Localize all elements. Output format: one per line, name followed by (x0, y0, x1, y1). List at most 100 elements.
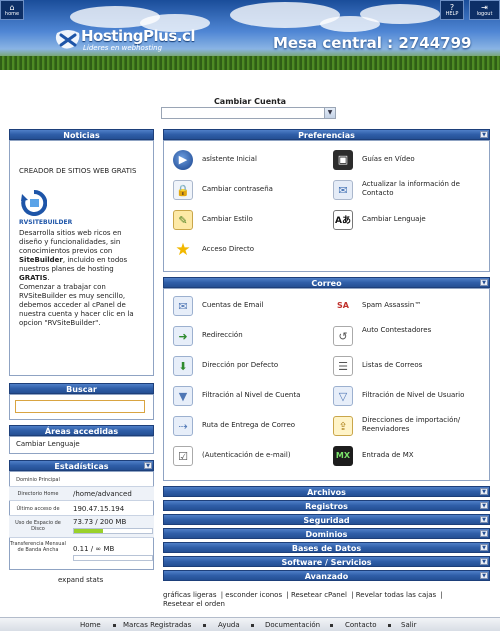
expand-icon[interactable]: ▼ (480, 544, 488, 551)
footer-nav: Home Marcas Registradas Ayuda Documentac… (0, 617, 500, 631)
expand-icon[interactable]: ▼ (480, 488, 488, 495)
section-files[interactable]: Archivos ▼ (163, 486, 490, 497)
mail-item-forwarders[interactable]: ➜ Redirección (173, 326, 323, 350)
reset-cpanel-link[interactable]: Resetear cPanel (291, 591, 347, 599)
footer-help-link[interactable]: Ayuda (218, 621, 240, 629)
mail-item-account-filter[interactable]: ▼ Filtración al Nivel de Cuenta (173, 386, 323, 410)
footer-docs-link[interactable]: Documentación (265, 621, 320, 629)
stat-value: /home/advanced (73, 490, 132, 498)
mail-item-email-accounts[interactable]: ✉ Cuentas de Email (173, 296, 323, 320)
expand-icon[interactable]: ▼ (480, 516, 488, 523)
reveal-boxes-link[interactable]: Revelar todas las cajas (356, 591, 436, 599)
import-icon: ⇪ (333, 416, 353, 436)
section-title: Archivos (307, 488, 346, 497)
spam-assassin-icon: SA (333, 296, 353, 316)
delivery-route-icon: ⇢ (173, 416, 193, 436)
home-label: home (4, 11, 20, 17)
mail-item-delivery-route[interactable]: ⇢ Ruta de Entrega de Correo (173, 416, 323, 440)
section-domains[interactable]: Dominios ▼ (163, 528, 490, 539)
mail-item-label: (Autenticación de e-mail) (202, 451, 291, 459)
mail-item-default-address[interactable]: ⬇ Dirección por Defecto (173, 356, 323, 380)
video-icon: ▣ (333, 150, 353, 170)
expand-stats-link[interactable]: expand stats (58, 576, 103, 584)
mail-item-mx-entry[interactable]: MX Entrada de MX (333, 446, 488, 470)
frequent-item-change-language[interactable]: Cambiar Lenguaje (16, 440, 80, 448)
expand-icon[interactable]: ▼ (480, 530, 488, 537)
footer-logout-link[interactable]: Salir (401, 621, 417, 629)
news-p1-prefix: Desarrolla sitios web ricos en diseño y … (19, 229, 122, 255)
mail-item-label: Ruta de Entrega de Correo (202, 421, 296, 429)
stat-value: 73.73 / 200 MB (73, 518, 127, 526)
mail-item-label: Cuentas de Email (202, 301, 264, 309)
page-tools: gráficas ligeras | esconder iconos | Res… (163, 591, 443, 608)
section-databases[interactable]: Bases de Datos ▼ (163, 542, 490, 553)
section-software[interactable]: Software / Servicios ▼ (163, 556, 490, 567)
logo-name: HostingPlus.cl (81, 27, 196, 45)
authentication-icon: ☑ (173, 446, 193, 466)
logout-button[interactable]: ⇥ logout (469, 0, 500, 20)
mail-item-spam-assassin[interactable]: SA Spam Assassin™ (333, 296, 488, 320)
expand-icon[interactable]: ▼ (480, 502, 488, 509)
pref-item-label: Actualizar la información de Contacto (362, 180, 460, 197)
mail-item-label: Auto Contestadores (362, 326, 432, 334)
section-title: Bases de Datos (291, 544, 362, 553)
default-address-icon: ⬇ (173, 356, 193, 376)
mail-collapse-icon[interactable]: ▼ (480, 279, 488, 286)
rvsitebuilder-logo-icon (21, 190, 47, 216)
home-button[interactable]: ⌂ home (0, 0, 24, 20)
mail-item-import-forwarders[interactable]: ⇪ Direcciones de importación/ Reenviador… (333, 416, 488, 440)
news-p1-end: . (47, 274, 50, 282)
mail-item-authentication[interactable]: ☑ (Autenticación de e-mail) (173, 446, 323, 470)
mail-item-label: Filtración de Nivel de Usuario (362, 391, 465, 399)
mail-header: Correo ▼ (163, 277, 490, 288)
section-security[interactable]: Seguridad ▼ (163, 514, 490, 525)
stat-row-bandwidth: Transferencia Mensual de Banda Ancha 0.1… (9, 538, 154, 566)
expand-icon[interactable]: ▼ (480, 558, 488, 565)
pref-item-video-tutorials[interactable]: ▣ Guías en Vídeo (333, 150, 488, 174)
reset-order-link[interactable]: Resetear el orden (163, 600, 225, 608)
pref-item-change-style[interactable]: ✎ Cambiar Estilo (173, 210, 323, 234)
section-logs[interactable]: Registros ▼ (163, 500, 490, 511)
hide-icons-link[interactable]: esconder iconos (225, 591, 282, 599)
mail-item-mailing-lists[interactable]: ☰ Listas de Correos (333, 356, 488, 380)
footer-contact-link[interactable]: Contacto (345, 621, 377, 629)
pref-item-getting-started[interactable]: ▶ asÍstente Inicial (173, 150, 323, 174)
logout-label: logout (476, 11, 493, 17)
news-paragraph-2: Comenzar a trabajar con RVSiteBuilder es… (19, 283, 134, 327)
news-paragraph-1: Desarrolla sitios web ricos en diseño y … (19, 229, 143, 283)
preferences-title: Preferencias (298, 131, 355, 140)
stat-key: Transferencia Mensual de Banda Ancha (10, 541, 66, 553)
news-title: Noticias (63, 131, 100, 140)
pref-item-change-language[interactable]: Aあ Cambiar Lenguaje (333, 210, 488, 234)
change-account-select[interactable]: ▼ (161, 107, 336, 119)
pref-item-shortcuts[interactable]: ★ Acceso Directo (173, 240, 323, 264)
disk-usage-meter (73, 528, 153, 534)
section-title: Registros (305, 502, 348, 511)
footer-trademarks-link[interactable]: Marcas Registradas (123, 621, 191, 629)
pref-item-label: Acceso Directo (202, 245, 255, 253)
play-icon: ▶ (173, 150, 193, 170)
section-advanced[interactable]: Avanzado ▼ (163, 570, 490, 581)
mail-item-user-filter[interactable]: ▽ Filtración de Nivel de Usuario (333, 386, 488, 410)
pref-item-change-password[interactable]: 🔒 Cambiar contraseña (173, 180, 323, 204)
logo-tagline: Lideres en webhosting (83, 44, 163, 52)
expand-icon[interactable]: ▼ (480, 572, 488, 579)
graphics-light-link[interactable]: gráficas ligeras (163, 591, 216, 599)
mail-item-label: Listas de Correos (362, 361, 423, 369)
footer-home-link[interactable]: Home (80, 621, 101, 629)
help-button[interactable]: ? HELP (440, 0, 464, 20)
news-header: Noticias (9, 129, 154, 140)
rvsitebuilder-logo-text: RVSITEBUILDER (19, 219, 73, 226)
mail-item-autoresponders[interactable]: ↺ Auto Contestadores (333, 326, 488, 350)
stats-collapse-icon[interactable]: ▼ (144, 462, 152, 469)
section-title: Avanzado (304, 572, 349, 581)
search-input[interactable] (15, 400, 145, 413)
help-label: HELP (445, 11, 459, 17)
pref-item-contact-info[interactable]: ✉ Actualizar la información de Contacto (333, 180, 488, 204)
search-title: Buscar (66, 385, 97, 394)
change-account-label: Cambiar Cuenta (213, 97, 287, 106)
mail-item-label: Direcciones de importación/ Reenviadores (362, 416, 461, 433)
mail-item-label: Spam Assassin™ (362, 301, 422, 309)
mail-item-label: Redirección (202, 331, 243, 339)
preferences-collapse-icon[interactable]: ▼ (480, 131, 488, 138)
